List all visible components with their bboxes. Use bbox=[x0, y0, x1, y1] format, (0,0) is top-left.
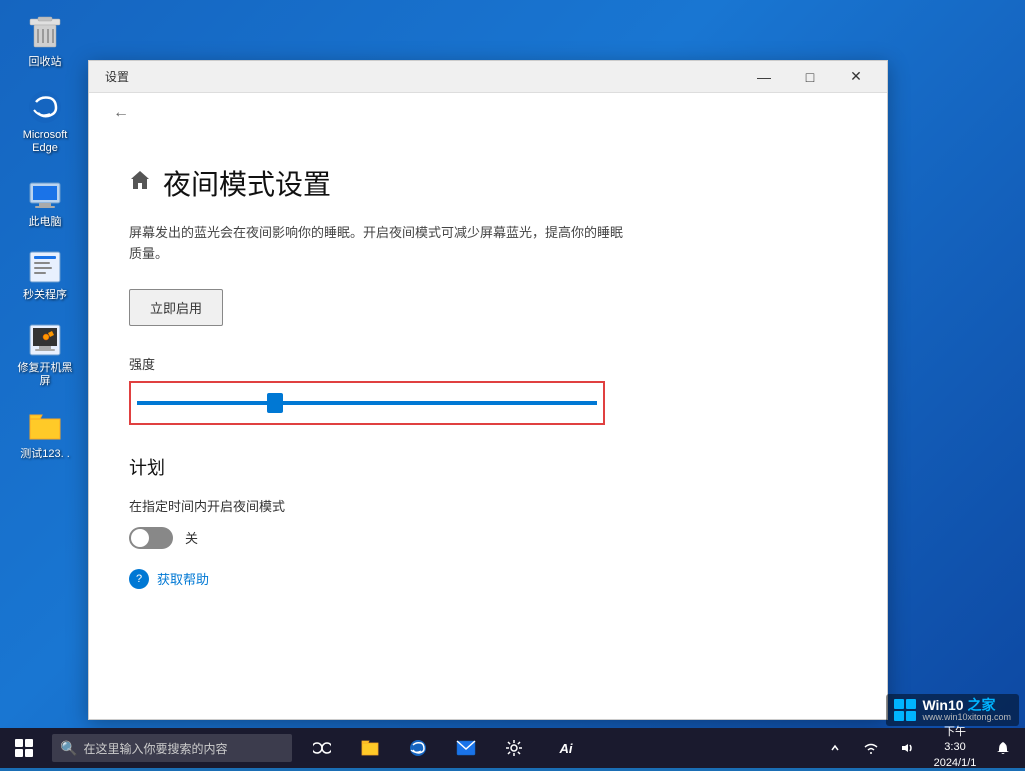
desktop-icon-this-pc[interactable]: 此电脑 bbox=[10, 170, 80, 233]
taskbar-center-icons bbox=[300, 728, 536, 768]
close-button[interactable]: ✕ bbox=[833, 61, 879, 93]
taskbar-search-placeholder: 在这里输入你要搜索的内容 bbox=[83, 740, 227, 757]
desktop-icon-quick-prog[interactable]: 秒关程序 bbox=[10, 243, 80, 306]
slider-box bbox=[129, 381, 605, 425]
repair-icon bbox=[25, 320, 65, 360]
desktop-icons-area: 回收站 Microsoft Edge 此电脑 bbox=[10, 10, 80, 466]
start-icon bbox=[15, 739, 33, 757]
toggle-label: 关 bbox=[185, 528, 198, 547]
taskbar-right: 下午 3:30 2024/1/1 bbox=[817, 728, 1025, 768]
repair-label: 修复开机黑屏 bbox=[14, 362, 76, 388]
intensity-label: 强度 bbox=[129, 354, 847, 373]
desktop-icon-recycle[interactable]: 回收站 bbox=[10, 10, 80, 73]
schedule-section: 计划 在指定时间内开启夜间模式 关 bbox=[129, 454, 847, 549]
taskbar-search-icon: 🔍 bbox=[60, 740, 77, 757]
minimize-button[interactable]: — bbox=[741, 61, 787, 93]
file-explorer-button[interactable] bbox=[348, 728, 392, 768]
mail-taskbar-button[interactable] bbox=[444, 728, 488, 768]
badge-win10-text: Win10 之家 bbox=[922, 698, 1011, 712]
page-header: 夜间模式设置 bbox=[129, 153, 847, 203]
windows-logo-icon bbox=[894, 699, 916, 721]
quick-prog-icon bbox=[25, 247, 65, 287]
edge-taskbar-button[interactable] bbox=[396, 728, 440, 768]
help-row: ? 获取帮助 bbox=[129, 569, 847, 589]
badge-url-text: www.win10xitong.com bbox=[922, 712, 1011, 722]
volume-icon[interactable] bbox=[889, 728, 925, 768]
ai-label: Ai bbox=[560, 741, 573, 756]
desktop-icon-repair[interactable]: 修复开机黑屏 bbox=[10, 316, 80, 392]
system-tray-expand-button[interactable] bbox=[817, 728, 853, 768]
maximize-button[interactable]: □ bbox=[787, 61, 833, 93]
edge-icon bbox=[25, 87, 65, 127]
help-link[interactable]: 获取帮助 bbox=[157, 569, 209, 588]
page-title: 夜间模式设置 bbox=[163, 163, 331, 203]
night-mode-toggle[interactable] bbox=[129, 527, 173, 549]
window-content: 夜间模式设置 屏幕发出的蓝光会在夜间影响你的睡眠。开启夜间模式可减少屏幕蓝光，提… bbox=[89, 133, 887, 719]
intensity-slider[interactable] bbox=[137, 401, 597, 405]
taskbar: 🔍 在这里输入你要搜索的内容 bbox=[0, 728, 1025, 768]
this-pc-icon bbox=[25, 174, 65, 214]
help-icon: ? bbox=[129, 569, 149, 589]
description-text: 屏幕发出的蓝光会在夜间影响你的睡眠。开启夜间模式可减少屏幕蓝光，提高你的睡眠质量… bbox=[129, 223, 629, 265]
schedule-title: 计划 bbox=[129, 454, 847, 480]
window-nav: ← bbox=[89, 93, 887, 133]
recycle-bin-icon bbox=[25, 14, 65, 54]
toggle-row: 关 bbox=[129, 527, 847, 549]
edge-label: Microsoft Edge bbox=[14, 129, 76, 155]
start-button[interactable] bbox=[0, 728, 48, 768]
recycle-bin-label: 回收站 bbox=[29, 56, 62, 69]
home-icon bbox=[129, 169, 151, 197]
network-icon[interactable] bbox=[853, 728, 889, 768]
time-text: 下午 3:30 2024/1/1 bbox=[925, 725, 985, 771]
activate-button[interactable]: 立即启用 bbox=[129, 289, 223, 326]
taskbar-search[interactable]: 🔍 在这里输入你要搜索的内容 bbox=[52, 734, 292, 762]
ai-button[interactable]: Ai bbox=[536, 728, 596, 768]
settings-taskbar-button[interactable] bbox=[492, 728, 536, 768]
task-view-button[interactable] bbox=[300, 728, 344, 768]
corner-badge: Win10 之家 www.win10xitong.com bbox=[886, 694, 1019, 726]
quick-prog-label: 秒关程序 bbox=[23, 289, 67, 302]
test-label: 测试123. . bbox=[20, 448, 70, 461]
clock-display[interactable]: 下午 3:30 2024/1/1 bbox=[925, 728, 985, 768]
test-folder-icon bbox=[25, 406, 65, 446]
this-pc-label: 此电脑 bbox=[29, 216, 62, 229]
settings-window: 设置 — □ ✕ ← 夜间模式设置 屏幕发出的蓝光会在夜 bbox=[88, 60, 888, 720]
window-controls: — □ ✕ bbox=[741, 61, 879, 93]
desktop-icon-test[interactable]: 测试123. . bbox=[10, 402, 80, 465]
notification-button[interactable] bbox=[985, 728, 1021, 768]
back-button[interactable]: ← bbox=[105, 97, 137, 129]
desktop: 回收站 Microsoft Edge 此电脑 bbox=[0, 0, 1025, 768]
schedule-desc: 在指定时间内开启夜间模式 bbox=[129, 496, 847, 515]
desktop-icon-edge[interactable]: Microsoft Edge bbox=[10, 83, 80, 159]
window-titlebar: 设置 — □ ✕ bbox=[89, 61, 887, 93]
slider-thumb[interactable] bbox=[267, 393, 283, 413]
window-title-text: 设置 bbox=[105, 68, 741, 85]
badge-text: Win10 之家 www.win10xitong.com bbox=[922, 698, 1011, 722]
toggle-knob bbox=[131, 529, 149, 547]
intensity-section: 强度 bbox=[129, 354, 847, 430]
